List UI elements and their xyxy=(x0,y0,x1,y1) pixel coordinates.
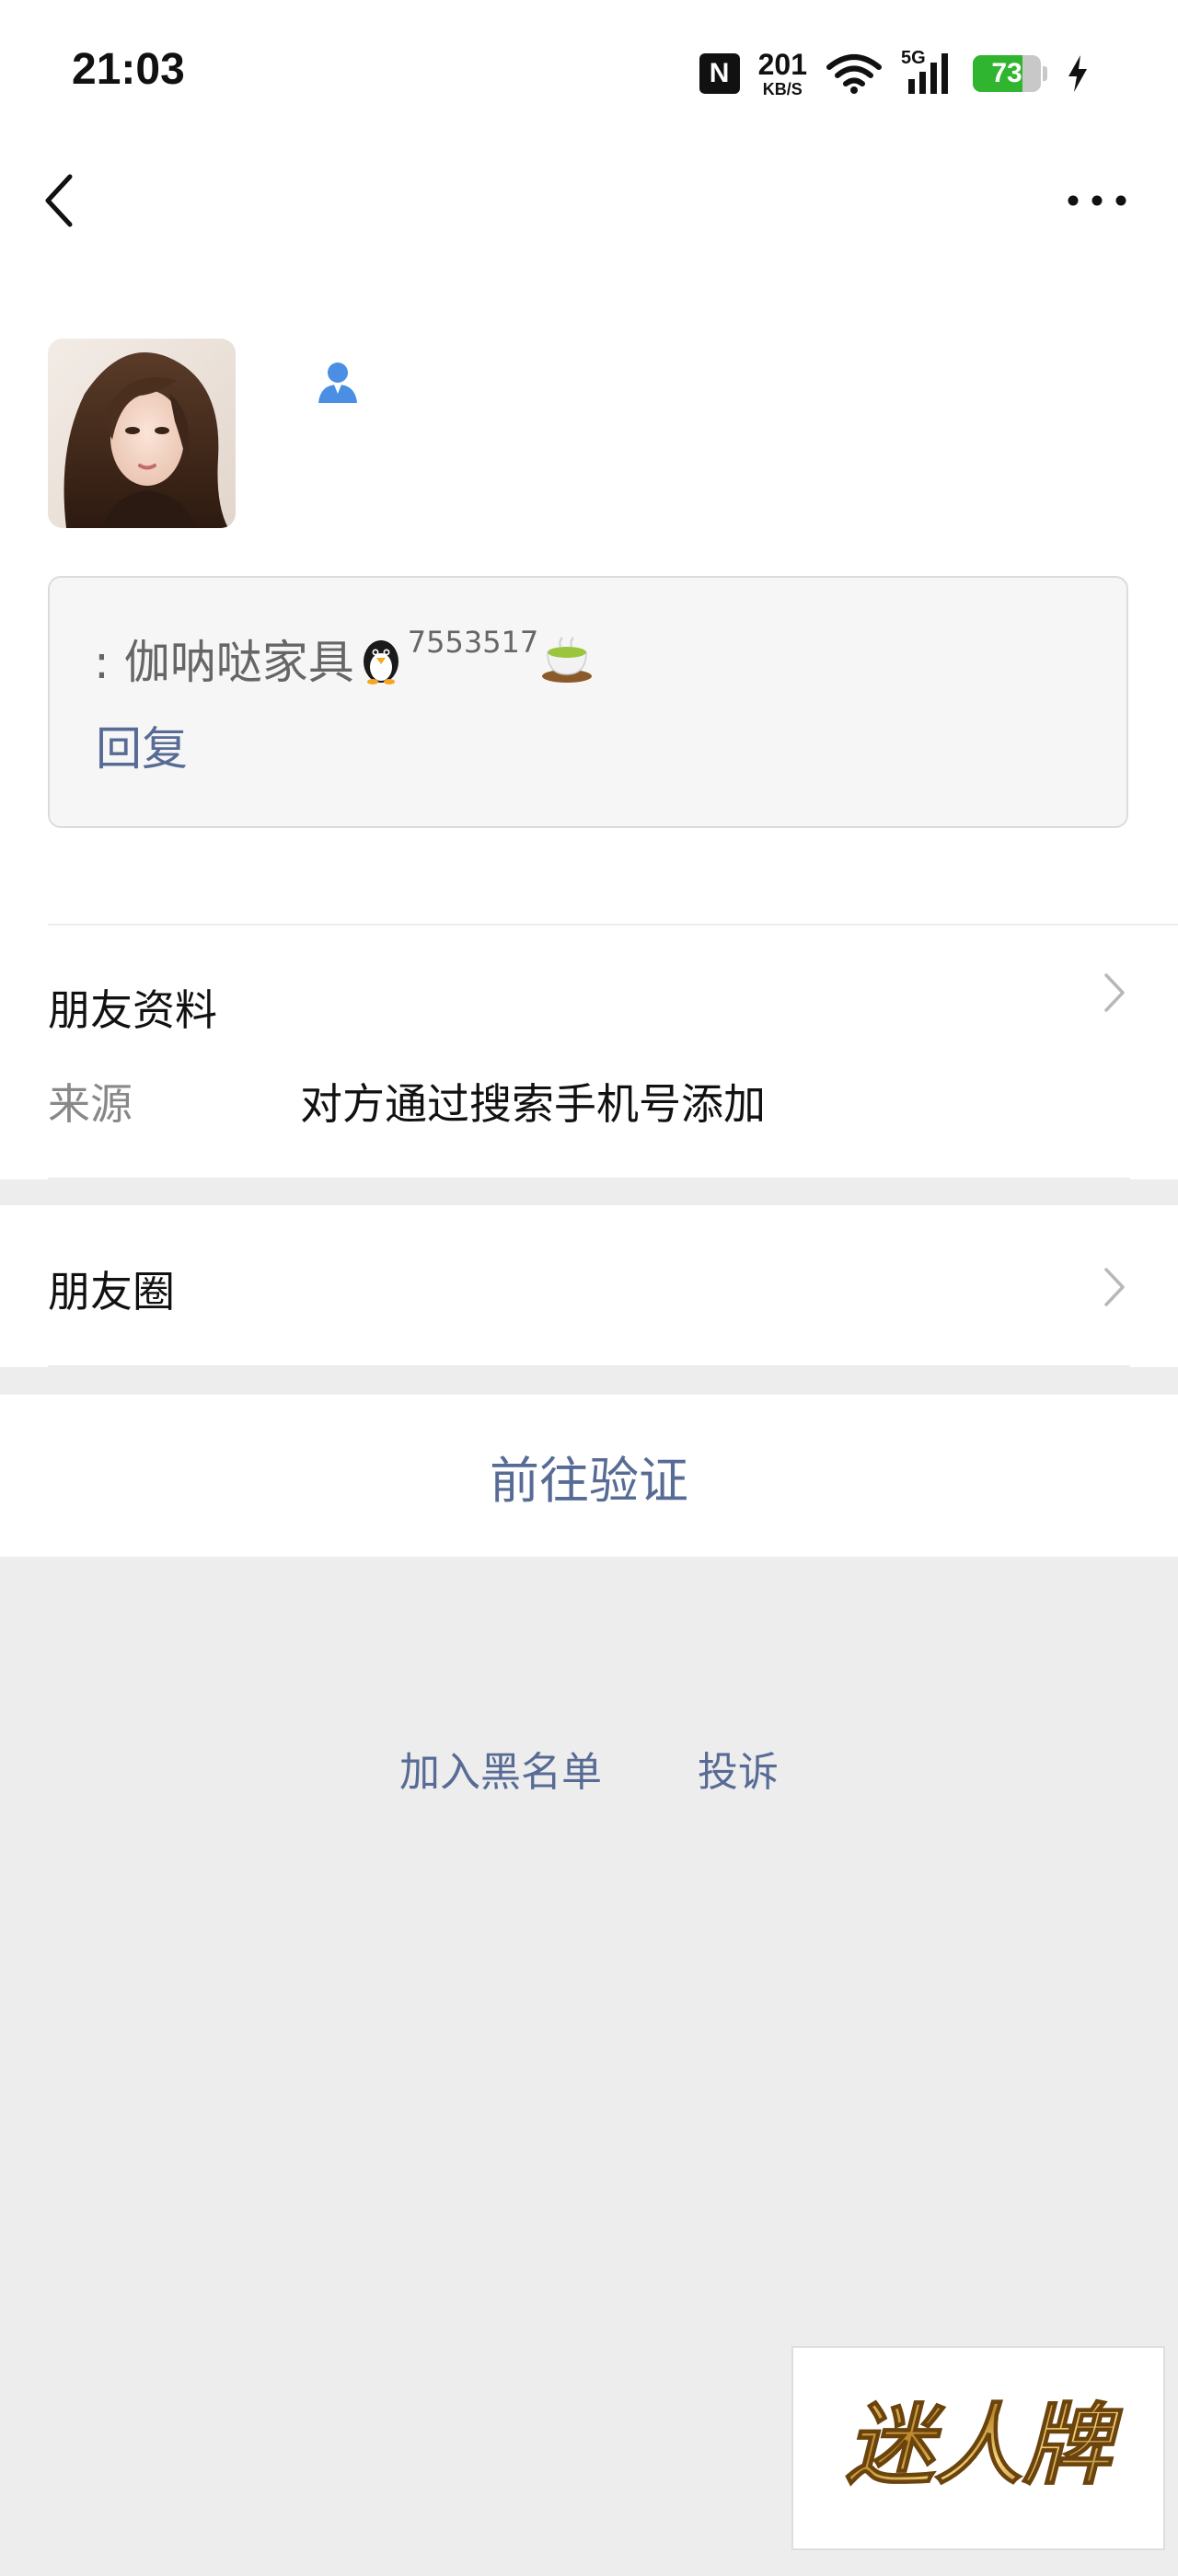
chevron-right-icon xyxy=(1104,1268,1125,1306)
greeting-message: : 伽呐哒家具 7553517 xyxy=(94,625,595,692)
more-dots-icon xyxy=(1068,195,1126,206)
back-button[interactable] xyxy=(33,166,88,236)
nfc-icon: N xyxy=(699,53,740,94)
battery-icon: 73 xyxy=(973,55,1041,92)
greeting-message-text: : 伽呐哒家具 xyxy=(94,636,354,689)
chevron-right-icon xyxy=(1104,973,1125,1012)
svg-text:迷人牌: 迷人牌 xyxy=(846,2394,1123,2497)
wifi-icon xyxy=(826,54,882,94)
penguin-emoji xyxy=(363,640,398,684)
source-value: 对方通过搜索手机号添加 xyxy=(300,1079,766,1129)
tea-emoji xyxy=(542,637,593,683)
battery-cap xyxy=(1043,66,1047,81)
watermark-logo: 迷人牌 xyxy=(791,2346,1165,2550)
bottom-links: 加入黑名单 投诉 xyxy=(0,1739,1178,1798)
status-time: 21:03 xyxy=(72,45,185,94)
network-speed-unit: KB/S xyxy=(762,80,803,98)
more-button[interactable] xyxy=(1060,180,1134,221)
friend-info-title: 朋友资料 xyxy=(48,985,217,1035)
charging-bolt-icon xyxy=(1068,55,1087,92)
person-icon xyxy=(313,357,363,407)
signal-5g-icon: 5G xyxy=(901,48,954,96)
friend-info-row[interactable]: 朋友资料 xyxy=(0,929,1178,1178)
status-icons: N 201 KB/S 5G 73 xyxy=(699,48,1090,99)
battery-percent: 73 xyxy=(991,58,1022,88)
section-gap xyxy=(0,1367,1178,1395)
chevron-left-icon xyxy=(45,174,73,227)
avatar[interactable] xyxy=(48,339,236,528)
network-speed-value: 201 xyxy=(757,48,807,81)
section-gap xyxy=(0,1179,1178,1205)
greeting-message-box: : 伽呐哒家具 7553517 回复 xyxy=(48,576,1128,828)
source-label: 来源 xyxy=(48,1079,133,1129)
add-to-blacklist-link[interactable]: 加入黑名单 xyxy=(399,1739,602,1798)
moments-title: 朋友圈 xyxy=(48,1267,175,1317)
report-link[interactable]: 投诉 xyxy=(698,1739,779,1798)
go-verify-button[interactable]: 前往验证 xyxy=(0,1395,1178,1557)
moments-row[interactable]: 朋友圈 xyxy=(0,1205,1178,1367)
section-divider xyxy=(48,924,1178,926)
greeting-message-number: 7553517 xyxy=(407,625,539,660)
network-speed: 201 KB/S xyxy=(758,50,807,98)
status-bar: 21:03 N 201 KB/S 5G 73 xyxy=(0,0,1178,147)
reply-link[interactable]: 回复 xyxy=(96,712,188,778)
